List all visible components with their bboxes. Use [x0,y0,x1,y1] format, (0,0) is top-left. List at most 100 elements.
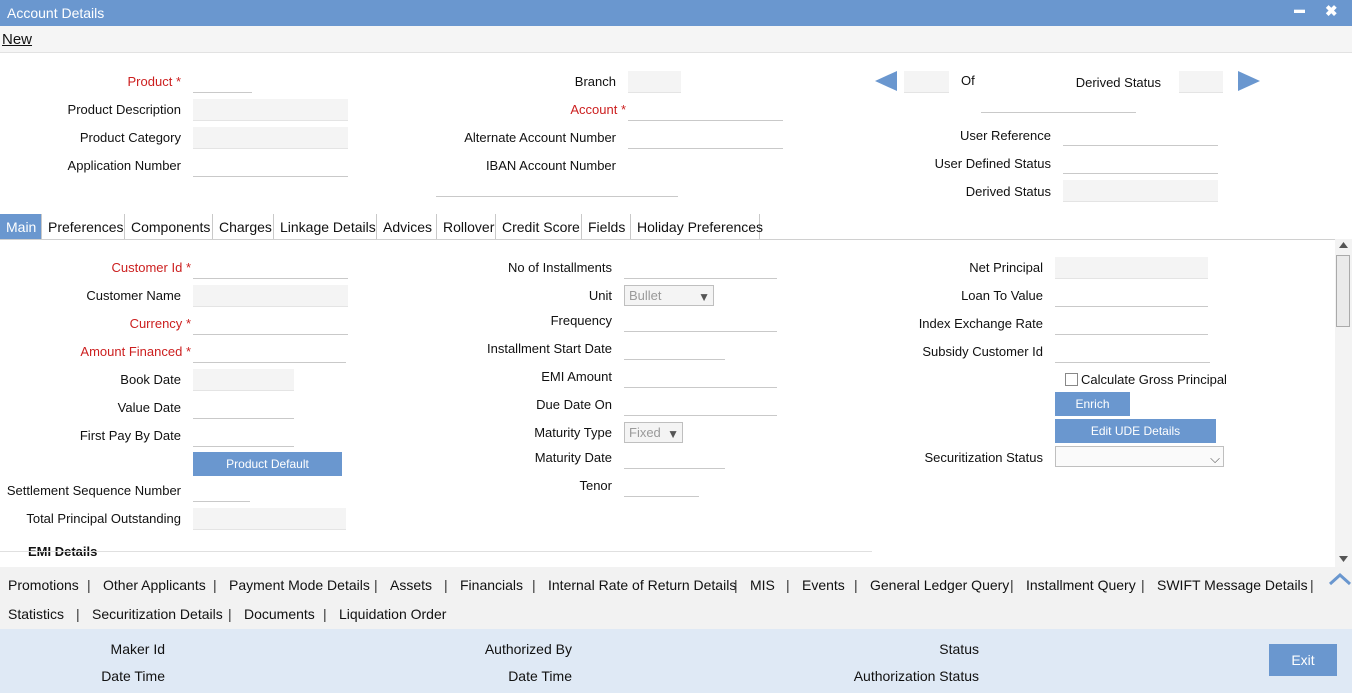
amount-financed-label: Amount Financed * [80,344,191,359]
maturity-type-label: Maturity Type [534,425,612,440]
tab-divider [0,239,1352,240]
edit-ude-details-button[interactable]: Edit UDE Details [1055,419,1216,443]
user-defined-status-field[interactable] [1063,152,1218,174]
product-field[interactable] [193,71,252,93]
link-separator: | [323,606,327,622]
minimize-icon[interactable]: ▬ [1294,4,1305,16]
link-general-ledger-query[interactable]: General Ledger Query [870,577,1009,593]
link-statistics[interactable]: Statistics [8,606,64,622]
link-separator: | [734,577,738,593]
window-title: Account Details [7,5,105,21]
installment-start-date-label: Installment Start Date [487,341,612,356]
maturity-type-value: Fixed [629,425,661,440]
customer-id-label-text: Customer Id [111,260,183,275]
scroll-thumb[interactable] [1336,255,1350,327]
securitization-status-select[interactable]: ⌵ [1055,446,1224,467]
tab-preferences[interactable]: Preferences [42,214,125,240]
link-swift-message-details[interactable]: SWIFT Message Details [1157,577,1308,593]
amount-financed-label-text: Amount Financed [80,344,183,359]
link-separator: | [1010,577,1014,593]
installment-start-date-field[interactable] [624,338,725,360]
link-mis[interactable]: MIS [750,577,775,593]
value-date-field[interactable] [193,397,294,419]
exit-button[interactable]: Exit [1269,644,1337,676]
link-internal-rate-of-return[interactable]: Internal Rate of Return Details [548,577,736,593]
link-liquidation-order[interactable]: Liquidation Order [339,606,446,622]
enrich-button[interactable]: Enrich [1055,392,1130,416]
customer-id-field[interactable] [193,257,348,279]
tab-rollover[interactable]: Rollover [437,214,496,240]
required-mark: * [185,316,191,331]
tab-advices[interactable]: Advices [377,214,437,240]
prev-record-icon[interactable] [875,71,899,91]
tenor-field[interactable] [624,475,699,497]
derived-status-label: Derived Status [965,184,1051,199]
tab-fields[interactable]: Fields [582,214,631,240]
link-documents[interactable]: Documents [244,606,315,622]
loan-to-value-field[interactable] [1055,285,1208,307]
link-assets[interactable]: Assets [390,577,432,593]
calculate-gross-checkbox[interactable] [1065,373,1078,386]
first-pay-by-date-field[interactable] [193,425,294,447]
close-icon[interactable]: ✖ [1325,2,1338,20]
status-label: Status [939,641,979,657]
maturity-type-select[interactable]: Fixed ▼ [624,422,683,443]
index-exchange-rate-field[interactable] [1055,313,1208,335]
tab-linkage-details[interactable]: Linkage Details [274,214,377,240]
tab-holiday-preferences[interactable]: Holiday Preferences [631,214,763,240]
scroll-down-icon[interactable] [1339,556,1348,563]
scroll-up-icon[interactable] [1339,241,1348,248]
new-link[interactable]: New [2,31,32,48]
link-separator: | [1310,577,1314,593]
due-date-on-field[interactable] [624,394,777,416]
maker-date-time-label: Date Time [101,668,165,684]
scrollbar[interactable] [1335,239,1352,567]
no-of-installments-label: No of Installments [507,260,612,275]
chevron-down-icon: ▼ [667,427,679,441]
frequency-field[interactable] [624,310,777,332]
currency-label: Currency * [130,316,191,331]
next-record-icon[interactable] [1236,71,1260,91]
product-category-label: Product Category [79,130,181,145]
tab-main[interactable]: Main [0,214,42,240]
account-field[interactable] [628,99,783,121]
branch-field [628,71,681,93]
user-reference-field[interactable] [1063,124,1218,146]
tab-charges[interactable]: Charges [213,214,274,240]
amount-financed-field[interactable] [193,341,346,363]
emi-amount-field[interactable] [624,366,777,388]
link-separator: | [854,577,858,593]
unit-select[interactable]: Bullet ▼ [624,285,714,306]
settlement-sequence-field[interactable] [193,480,250,502]
link-payment-mode-details[interactable]: Payment Mode Details [229,577,370,593]
unit-label: Unit [588,288,612,303]
product-default-button[interactable]: Product Default [193,452,342,476]
subsidy-customer-id-field[interactable] [1055,341,1210,363]
link-separator: | [444,577,448,593]
currency-field[interactable] [193,313,348,335]
total-principal-label: Total Principal Outstanding [26,511,181,526]
required-mark: * [175,74,181,89]
emi-amount-label: EMI Amount [541,369,612,384]
application-number-field[interactable] [193,155,348,177]
tab-credit-score[interactable]: Credit Score [496,214,582,240]
link-installment-query[interactable]: Installment Query [1026,577,1136,593]
of-label: Of [961,73,975,88]
link-promotions[interactable]: Promotions [8,577,79,593]
value-date-label: Value Date [117,400,181,415]
no-of-installments-field[interactable] [624,257,777,279]
net-principal-label: Net Principal [969,260,1043,275]
link-other-applicants[interactable]: Other Applicants [103,577,206,593]
link-financials[interactable]: Financials [460,577,523,593]
collapse-up-icon[interactable] [1328,571,1352,587]
link-securitization-details[interactable]: Securitization Details [92,606,223,622]
tab-components[interactable]: Components [125,214,213,240]
product-label-text: Product [127,74,173,89]
link-separator: | [1141,577,1145,593]
currency-label-text: Currency [129,316,183,331]
link-events[interactable]: Events [802,577,845,593]
product-description-field [193,99,348,121]
derived-status-top-label: Derived Status [1075,75,1161,90]
maturity-date-field[interactable] [624,447,725,469]
alternate-account-field[interactable] [628,127,783,149]
